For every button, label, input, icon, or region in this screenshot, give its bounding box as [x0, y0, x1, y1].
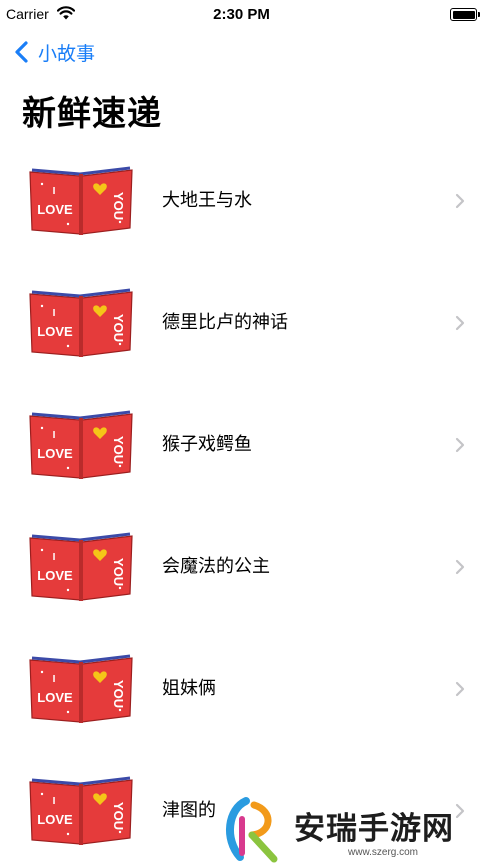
book-cover-icon: I LOVE YOU	[29, 166, 133, 235]
book-cover-text: LOVE	[37, 446, 73, 461]
story-title: 姐妹俩	[162, 678, 216, 699]
book-cover-icon: I LOVE YOU	[29, 532, 133, 601]
book-cover-text: LOVE	[37, 324, 73, 339]
chevron-right-icon	[455, 437, 465, 453]
book-cover-text: I	[53, 674, 56, 685]
story-row[interactable]: I LOVE YOU 德里比卢的神话	[0, 262, 483, 384]
book-cover-text: LOVE	[37, 202, 73, 217]
book-cover-text: YOU	[111, 558, 126, 586]
story-title: 大地王与水	[162, 190, 252, 211]
chevron-right-icon	[455, 681, 465, 697]
page-title: 新鲜速递	[22, 94, 162, 134]
book-cover-text: LOVE	[37, 812, 73, 827]
status-time: 2:30 PM	[213, 6, 270, 23]
story-row[interactable]: I LOVE YOU 大地王与水	[0, 140, 483, 262]
book-cover-text: YOU	[111, 436, 126, 464]
back-button[interactable]: 小故事	[12, 38, 95, 66]
book-cover-icon: I LOVE YOU	[29, 654, 133, 723]
book-cover-text: YOU	[111, 802, 126, 830]
book-cover-text: I	[53, 308, 56, 319]
book-cover-icon: I LOVE YOU	[29, 288, 133, 357]
book-cover-text: LOVE	[37, 690, 73, 705]
book-cover-text: I	[53, 552, 56, 563]
chevron-right-icon	[455, 315, 465, 331]
story-title: 德里比卢的神话	[162, 312, 288, 333]
story-row[interactable]: I LOVE YOU 猴子戏鳄鱼	[0, 384, 483, 506]
battery-icon	[450, 8, 480, 21]
story-row[interactable]: I LOVE YOU 姐妹俩	[0, 628, 483, 750]
watermark: 安瑞手游网 www.szerg.com	[216, 795, 483, 865]
chevron-right-icon	[455, 193, 465, 209]
back-button-label: 小故事	[38, 42, 96, 65]
status-bar: Carrier 2:30 PM	[0, 0, 483, 30]
watermark-url: www.szerg.com	[348, 847, 419, 858]
book-cover-icon: I LOVE YOU	[29, 410, 133, 479]
book-cover-text: I	[53, 430, 56, 441]
book-cover-text: LOVE	[37, 568, 73, 583]
story-title: 猴子戏鳄鱼	[162, 434, 252, 455]
book-cover-text: YOU	[111, 192, 126, 220]
book-cover-icon: I LOVE YOU	[29, 776, 133, 845]
book-cover-text: YOU	[111, 680, 126, 708]
book-cover-text: YOU	[111, 314, 126, 342]
watermark-logo-icon	[225, 797, 278, 863]
story-row[interactable]: I LOVE YOU 会魔法的公主	[0, 506, 483, 628]
book-cover-text: I	[53, 796, 56, 807]
watermark-text: 安瑞手游网	[294, 811, 454, 847]
chevron-right-icon	[455, 559, 465, 575]
chevron-left-icon	[15, 41, 28, 63]
story-title: 津图的	[162, 800, 216, 821]
book-cover-text: I	[53, 186, 56, 197]
story-title: 会魔法的公主	[162, 556, 270, 577]
